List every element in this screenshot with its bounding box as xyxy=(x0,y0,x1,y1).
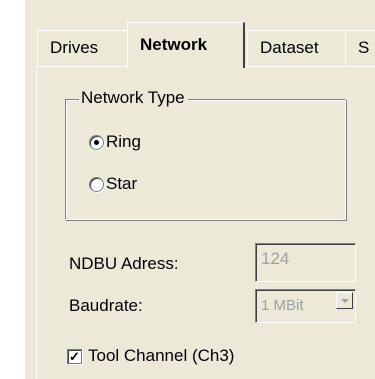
ndbu-label: NDBU Adress: xyxy=(69,254,179,273)
radio-ring[interactable]: Ring xyxy=(89,131,141,153)
tab-network[interactable]: Network xyxy=(127,22,245,68)
baudrate-dropdown-button[interactable] xyxy=(336,292,353,309)
tool-channel-checkbox-row[interactable]: ✓ Tool Channel (Ch3) xyxy=(67,345,234,367)
tab-dataset[interactable]: Dataset xyxy=(247,30,348,66)
tab-s[interactable]: S xyxy=(345,30,375,66)
tool-channel-checkbox[interactable]: ✓ xyxy=(67,348,82,364)
tab-label: S xyxy=(358,38,370,57)
baudrate-select[interactable]: 1 MBit xyxy=(255,289,356,323)
radio-button-icon[interactable] xyxy=(89,176,104,192)
radio-star[interactable]: Star xyxy=(89,173,137,195)
radio-dot xyxy=(94,139,99,145)
radio-star-label: Star xyxy=(106,174,138,193)
ndbu-address-field[interactable]: 124 xyxy=(255,243,356,282)
tab-drives[interactable]: Drives xyxy=(37,30,128,66)
tab-label: Network xyxy=(140,35,208,54)
ndbu-address-value: 124 xyxy=(261,249,290,268)
checkmark-icon: ✓ xyxy=(69,348,80,364)
tool-channel-label: Tool Channel (Ch3) xyxy=(88,346,235,365)
network-type-title: Network Type xyxy=(79,88,188,108)
baudrate-value: 1 MBit xyxy=(261,297,304,314)
baudrate-label: Baudrate: xyxy=(69,296,143,315)
radio-ring-label: Ring xyxy=(106,132,141,151)
chevron-down-icon xyxy=(340,298,349,303)
radio-button-icon[interactable] xyxy=(89,134,104,150)
tab-label: Dataset xyxy=(260,38,319,57)
tab-label: Drives xyxy=(50,38,99,57)
network-type-group xyxy=(65,99,346,220)
